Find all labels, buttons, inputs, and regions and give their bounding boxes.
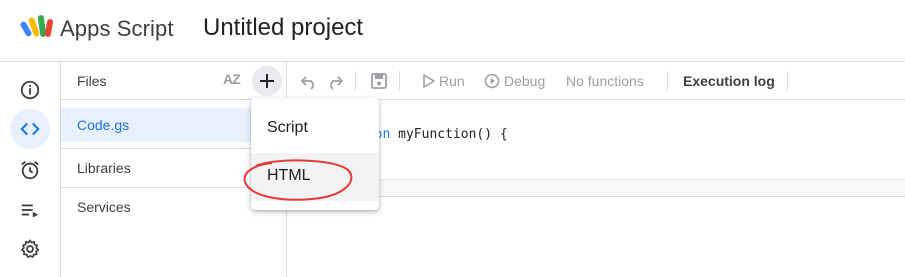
- settings-button[interactable]: [10, 229, 50, 269]
- run-button[interactable]: Run: [439, 73, 465, 89]
- code-text: myFunction() {: [390, 127, 508, 142]
- services-label: Services: [77, 199, 131, 215]
- editor-band: [287, 180, 905, 196]
- triggers-button[interactable]: [10, 150, 50, 190]
- add-file-button[interactable]: [252, 66, 282, 96]
- executions-button[interactable]: [10, 190, 50, 230]
- files-title: Files: [77, 73, 107, 89]
- app-name[interactable]: Apps Script: [60, 16, 174, 42]
- editor-toolbar: Run Debug No functions Execution log: [287, 62, 905, 100]
- overview-button[interactable]: [10, 70, 50, 110]
- menu-item-label: Script: [267, 119, 308, 136]
- top-header: Apps Script Untitled project: [0, 0, 905, 62]
- alarm-icon: [21, 161, 39, 180]
- files-header: Files AZ: [61, 62, 287, 100]
- save-icon[interactable]: [369, 71, 389, 91]
- apps-script-logo[interactable]: [20, 13, 54, 43]
- menu-item-script[interactable]: Script: [251, 105, 379, 153]
- apps-script-editor: Apps Script Untitled project Files AZ Co…: [0, 0, 905, 277]
- code-icon: [20, 122, 40, 136]
- toolbar-separator: [787, 71, 788, 91]
- toolbar-separator: [667, 71, 668, 91]
- left-rail: [0, 62, 61, 277]
- editor-button[interactable]: [10, 109, 50, 149]
- toolbar-separator: [399, 71, 400, 91]
- run-icon: [423, 74, 435, 88]
- sort-az-icon[interactable]: AZ: [223, 71, 245, 91]
- editor-divider: [287, 196, 905, 197]
- libraries-label: Libraries: [77, 160, 131, 176]
- gear-icon: [21, 239, 40, 258]
- executions-icon: [21, 204, 39, 218]
- redo-icon[interactable]: [325, 71, 345, 91]
- function-selector[interactable]: No functions: [566, 73, 644, 89]
- info-icon: [20, 80, 40, 100]
- execution-log-button[interactable]: Execution log: [683, 73, 775, 89]
- plus-icon: [260, 74, 274, 88]
- menu-item-label: HTML: [267, 167, 311, 184]
- code-line: tion myFunction() {: [359, 127, 508, 142]
- project-title[interactable]: Untitled project: [203, 14, 363, 42]
- menu-item-html[interactable]: HTML: [251, 153, 379, 201]
- toolbar-separator: [355, 71, 356, 91]
- file-item-label: Code.gs: [77, 117, 130, 133]
- debug-icon: [484, 73, 500, 89]
- code-editor[interactable]: tion myFunction() {: [287, 100, 905, 277]
- add-file-menu: Script HTML: [251, 98, 379, 210]
- undo-icon[interactable]: [299, 71, 319, 91]
- debug-button[interactable]: Debug: [504, 73, 545, 89]
